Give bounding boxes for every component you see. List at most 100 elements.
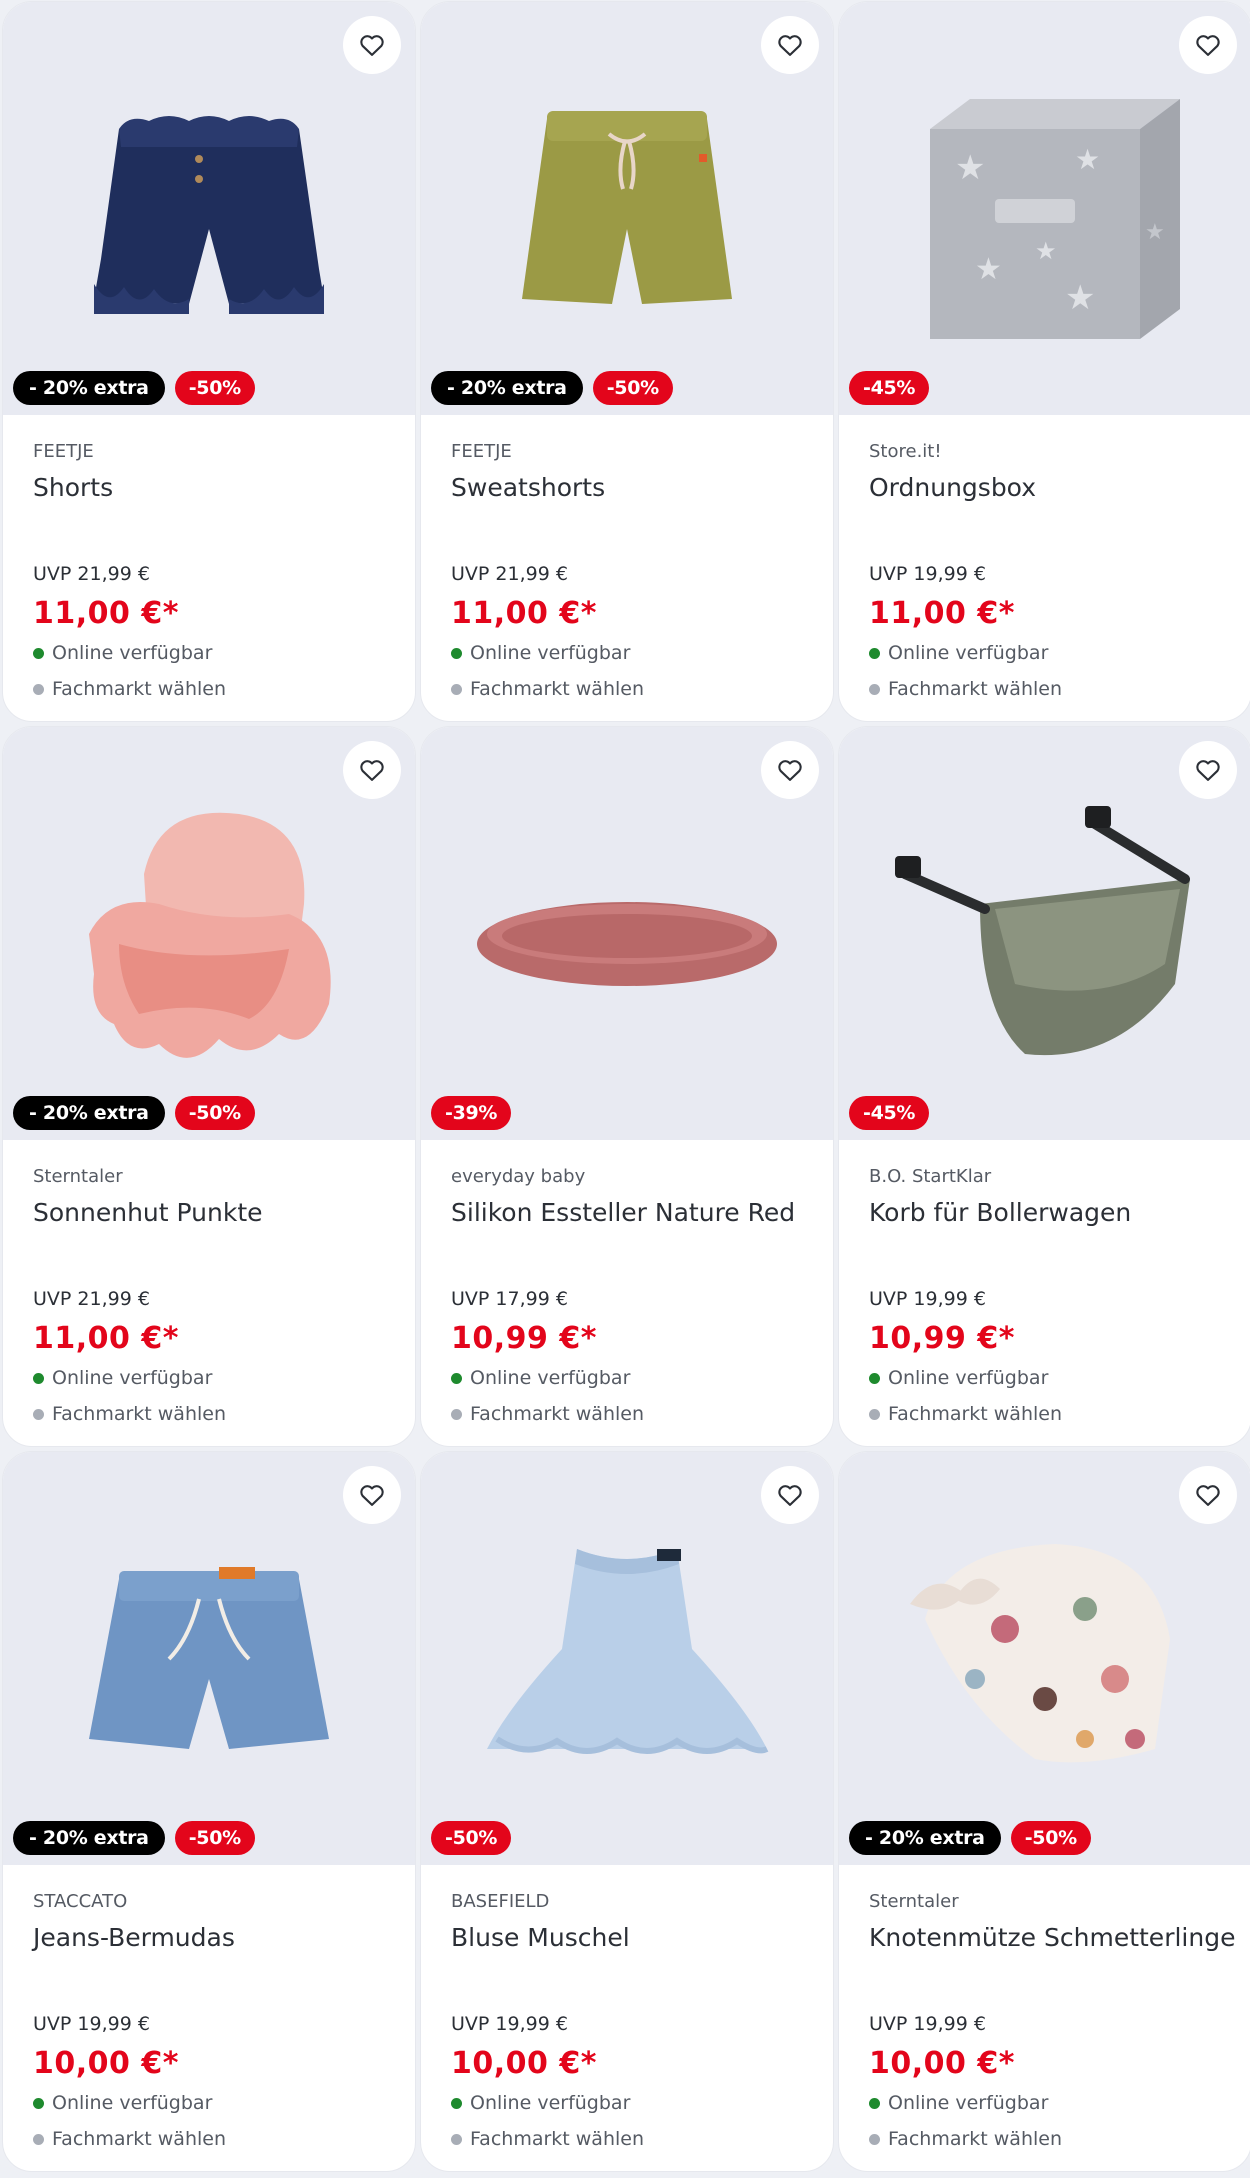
store-select-label: Fachmarkt wählen	[888, 1403, 1063, 1425]
badge-row: - 20% extra -50%	[849, 1821, 1091, 1855]
product-info: B.O. StartKlar Korb für Bollerwagen UVP …	[839, 1140, 1250, 1430]
favorite-button[interactable]	[1179, 16, 1237, 74]
product-card[interactable]: - 20% extra -50% Sterntaler Sonnenhut Pu…	[2, 726, 416, 1447]
product-image-area[interactable]: -50%	[421, 1452, 833, 1865]
product-info: everyday baby Silikon Essteller Nature R…	[421, 1140, 833, 1430]
product-card[interactable]: - 20% extra -50% FEETJE Sweatshorts UVP …	[420, 1, 834, 722]
online-availability-label: Online verfügbar	[888, 1367, 1049, 1389]
product-card[interactable]: -50% BASEFIELD Bluse Muschel UVP 19,99 €…	[420, 1451, 834, 2172]
green-dot-icon	[869, 647, 880, 659]
badge-row: - 20% extra -50%	[13, 1096, 255, 1130]
favorite-button[interactable]	[761, 16, 819, 74]
discount-badge: -50%	[431, 1821, 512, 1855]
green-dot-icon	[869, 1372, 880, 1384]
product-image-area[interactable]: - 20% extra -50%	[839, 1452, 1250, 1865]
product-name[interactable]: Korb für Bollerwagen	[869, 1196, 1221, 1230]
product-name[interactable]: Sweatshorts	[451, 471, 803, 505]
product-card[interactable]: - 20% extra -50% Sterntaler Knotenmütze …	[838, 1451, 1250, 2172]
favorite-button[interactable]	[343, 16, 401, 74]
store-select-link[interactable]: Fachmarkt wählen	[33, 2123, 385, 2155]
online-availability-label: Online verfügbar	[52, 642, 213, 664]
grey-dot-icon	[869, 1408, 880, 1420]
product-name[interactable]: Ordnungsbox	[869, 471, 1221, 505]
online-availability-label: Online verfügbar	[888, 2092, 1049, 2114]
grey-dot-icon	[451, 2133, 462, 2145]
heart-outline-icon	[1196, 1485, 1220, 1506]
discount-badge: -50%	[174, 371, 255, 405]
product-price: 11,00 €*	[33, 1321, 179, 1356]
discount-badge: -50%	[1010, 1821, 1091, 1855]
product-info: Sterntaler Sonnenhut Punkte UVP 21,99 € …	[3, 1140, 415, 1430]
green-dot-icon	[451, 647, 462, 659]
favorite-button[interactable]	[1179, 741, 1237, 799]
store-select-link[interactable]: Fachmarkt wählen	[33, 1398, 385, 1430]
store-select-label: Fachmarkt wählen	[470, 678, 645, 700]
product-brand: Store.it!	[869, 441, 942, 462]
online-availability: Online verfügbar	[869, 637, 1221, 669]
product-info: BASEFIELD Bluse Muschel UVP 19,99 € 10,0…	[421, 1865, 833, 2155]
online-availability-label: Online verfügbar	[470, 2092, 631, 2114]
store-select-label: Fachmarkt wählen	[888, 2128, 1063, 2150]
favorite-button[interactable]	[761, 1466, 819, 1524]
product-card[interactable]: ★ ★ ★ ★ ★ ★ -45% Store.it! Ordnungsbox U…	[838, 1, 1250, 722]
product-name[interactable]: Bluse Muschel	[451, 1921, 803, 1955]
product-uvp: UVP 21,99 €	[33, 1288, 150, 1310]
online-availability: Online verfügbar	[451, 637, 803, 669]
product-image-area[interactable]: - 20% extra -50%	[421, 2, 833, 415]
product-price: 11,00 €*	[451, 596, 597, 631]
favorite-button[interactable]	[1179, 1466, 1237, 1524]
product-image	[477, 901, 777, 986]
favorite-button[interactable]	[343, 1466, 401, 1524]
product-price: 10,00 €*	[33, 2046, 179, 2081]
product-name[interactable]: Knotenmütze Schmetterlinge	[869, 1921, 1235, 1955]
product-card[interactable]: -39% everyday baby Silikon Essteller Nat…	[420, 726, 834, 1447]
store-select-link[interactable]: Fachmarkt wählen	[869, 673, 1221, 705]
green-dot-icon	[451, 2097, 462, 2109]
product-image-area[interactable]: ★ ★ ★ ★ ★ ★ -45%	[839, 2, 1250, 415]
product-brand: B.O. StartKlar	[869, 1166, 992, 1187]
svg-text:★: ★	[1035, 237, 1057, 265]
extra-discount-badge: - 20% extra	[13, 371, 165, 405]
svg-text:★: ★	[1145, 220, 1165, 245]
heart-outline-icon	[360, 1485, 384, 1506]
product-uvp: UVP 19,99 €	[33, 2013, 150, 2035]
product-price: 10,99 €*	[869, 1321, 1015, 1356]
product-brand: Sterntaler	[869, 1891, 959, 1912]
green-dot-icon	[33, 1372, 44, 1384]
discount-badge: -50%	[174, 1821, 255, 1855]
badge-row: - 20% extra -50%	[13, 371, 255, 405]
product-card[interactable]: -45% B.O. StartKlar Korb für Bollerwagen…	[838, 726, 1250, 1447]
product-brand: FEETJE	[451, 441, 512, 462]
product-brand: Sterntaler	[33, 1166, 123, 1187]
product-name[interactable]: Jeans-Bermudas	[33, 1921, 385, 1955]
discount-badge: -45%	[849, 371, 930, 405]
store-select-link[interactable]: Fachmarkt wählen	[451, 673, 803, 705]
grey-dot-icon	[33, 2133, 44, 2145]
product-card[interactable]: - 20% extra -50% STACCATO Jeans-Bermudas…	[2, 1451, 416, 2172]
online-availability: Online verfügbar	[451, 1362, 803, 1394]
product-card[interactable]: - 20% extra -50% FEETJE Shorts UVP 21,99…	[2, 1, 416, 722]
store-select-link[interactable]: Fachmarkt wählen	[33, 673, 385, 705]
product-image-area[interactable]: - 20% extra -50%	[3, 727, 415, 1140]
badge-row: - 20% extra -50%	[431, 371, 673, 405]
badge-row: -39%	[431, 1096, 512, 1130]
product-uvp: UVP 19,99 €	[869, 2013, 986, 2035]
product-image-area[interactable]: - 20% extra -50%	[3, 2, 415, 415]
store-select-label: Fachmarkt wählen	[470, 2128, 645, 2150]
product-image-area[interactable]: -39%	[421, 727, 833, 1140]
product-image	[895, 805, 1190, 1055]
product-grid: - 20% extra -50% FEETJE Shorts UVP 21,99…	[0, 0, 1250, 2172]
favorite-button[interactable]	[761, 741, 819, 799]
store-select-link[interactable]: Fachmarkt wählen	[869, 2123, 1221, 2155]
product-image	[522, 110, 732, 304]
store-select-link[interactable]: Fachmarkt wählen	[451, 1398, 803, 1430]
product-image-area[interactable]: - 20% extra -50%	[3, 1452, 415, 1865]
product-name[interactable]: Sonnenhut Punkte	[33, 1196, 385, 1230]
favorite-button[interactable]	[343, 741, 401, 799]
store-select-link[interactable]: Fachmarkt wählen	[451, 2123, 803, 2155]
product-image-area[interactable]: -45%	[839, 727, 1250, 1140]
svg-text:★: ★	[975, 252, 1002, 287]
store-select-link[interactable]: Fachmarkt wählen	[869, 1398, 1221, 1430]
product-name[interactable]: Shorts	[33, 471, 385, 505]
product-name[interactable]: Silikon Essteller Nature Red	[451, 1196, 803, 1230]
